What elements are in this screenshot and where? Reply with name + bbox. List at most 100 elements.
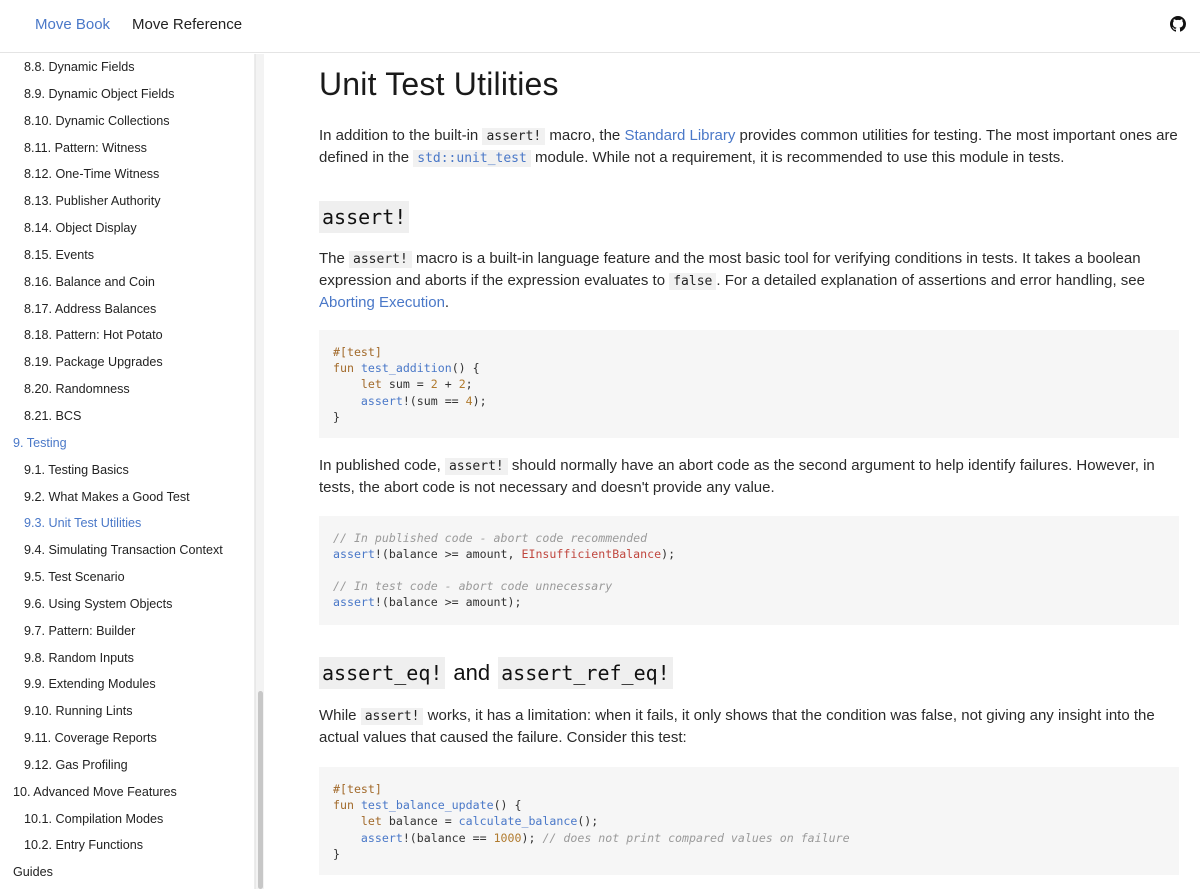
published-text-1: In published code, — [319, 457, 445, 474]
code-keyword-fun: fun — [333, 361, 354, 376]
code-assert-macro: assert — [333, 595, 375, 609]
sidebar-item[interactable]: 9.10. Running Lints — [0, 698, 254, 725]
nav-move-book-link[interactable]: Move Book — [35, 16, 110, 33]
sidebar-item[interactable]: 9.11. Coverage Reports — [0, 725, 254, 752]
inline-code-assert-4: assert! — [360, 708, 424, 725]
code-attr: #[test] — [333, 782, 382, 796]
code-text: } — [333, 409, 340, 424]
code-text: ); — [661, 547, 676, 561]
while-text-2: works, it has a limitation: when it fail… — [319, 707, 1155, 746]
sidebar-item[interactable]: 9.4. Simulating Transaction Context — [0, 537, 254, 564]
sidebar-item[interactable]: 8.8. Dynamic Fields — [0, 54, 254, 81]
code-assert-macro: assert — [360, 393, 403, 408]
code-number: 4 — [465, 393, 473, 408]
sidebar-item[interactable]: 9.1. Testing Basics — [0, 457, 254, 484]
code-comment: // does not print compared values on fai… — [542, 830, 850, 845]
code-number: 2 — [430, 377, 438, 392]
sidebar-item[interactable]: 9.12. Gas Profiling — [0, 752, 254, 779]
code-keyword-let: let — [360, 814, 382, 829]
sidebar-item[interactable]: 8.15. Events — [0, 242, 254, 269]
assert-text-3: . For a detailed explanation of assertio… — [716, 272, 1145, 289]
code-text: () { — [451, 361, 480, 376]
sidebar-scrollbar-thumb[interactable] — [258, 691, 263, 889]
code-block-abort-code[interactable]: // In published code - abort code recomm… — [319, 516, 1179, 625]
top-bar: Move Book Move Reference — [0, 0, 1200, 53]
code-text: !(sum == — [402, 393, 466, 408]
code-number: 1000 — [493, 830, 522, 845]
github-icon[interactable] — [1170, 16, 1186, 32]
sidebar-item[interactable]: 9.5. Test Scenario — [0, 564, 254, 591]
heading-assert-eq: assert_eq! and assert_ref_eq! — [319, 657, 673, 689]
code-comment: // In test code - abort code unnecessary — [333, 579, 613, 593]
sidebar-item[interactable]: Guides — [0, 859, 254, 886]
inline-code-unit-test-link[interactable]: std::unit_test — [413, 150, 531, 167]
code-text: (); — [577, 814, 599, 829]
standard-library-link[interactable]: Standard Library — [624, 127, 735, 144]
inline-code-assert-3: assert! — [444, 458, 508, 475]
page-title: Unit Test Utilities — [319, 66, 559, 102]
code-keyword-fun: fun — [333, 798, 354, 813]
sidebar-item[interactable]: 8.11. Pattern: Witness — [0, 135, 254, 162]
code-fn-name: test_balance_update — [360, 798, 494, 813]
code-text: !(balance >= amount); — [374, 595, 522, 609]
sidebar-item[interactable]: 9.3. Unit Test Utilities — [0, 510, 254, 537]
sidebar-item[interactable]: 9.6. Using System Objects — [0, 591, 254, 618]
assert-text-4: . — [444, 294, 450, 311]
code-text: () { — [493, 798, 522, 813]
published-paragraph: In published code, assert! should normal… — [319, 455, 1179, 498]
sidebar-item[interactable]: 8.16. Balance and Coin — [0, 269, 254, 296]
code-text: ; — [465, 377, 473, 392]
intro-text-4: module. While not a requirement, it is r… — [530, 149, 1065, 166]
intro-text-2: macro, the — [545, 127, 625, 144]
code-text: !(balance == — [402, 830, 494, 845]
sidebar-item[interactable]: 10.1. Compilation Modes — [0, 806, 254, 833]
assert-text-1: The — [319, 250, 350, 267]
sidebar-item[interactable]: 8.18. Pattern: Hot Potato — [0, 322, 254, 349]
code-text: ); — [472, 393, 487, 408]
code-fn-call: calculate_balance — [458, 814, 578, 829]
sidebar-item[interactable]: 8.12. One-Time Witness — [0, 161, 254, 188]
code-text: + — [437, 377, 459, 392]
code-number: 2 — [458, 377, 466, 392]
sidebar-item[interactable]: 8.13. Publisher Authority — [0, 188, 254, 215]
code-block-balance-update[interactable]: #[test] fun test_balance_update() { let … — [319, 767, 1179, 875]
code-error-const: EInsufficientBalance — [521, 547, 662, 561]
code-assert-macro: assert — [333, 547, 375, 561]
intro-text-1: In addition to the built-in — [319, 127, 483, 144]
nav-move-reference-link[interactable]: Move Reference — [132, 16, 242, 33]
heading-assert-eq-code: assert_eq! — [319, 657, 446, 689]
code-assert-macro: assert — [360, 830, 403, 845]
code-text: sum = — [381, 377, 431, 392]
inline-code-assert-2: assert! — [349, 251, 412, 268]
sidebar-item[interactable]: 8.21. BCS — [0, 403, 254, 430]
sidebar-item[interactable]: 8.14. Object Display — [0, 215, 254, 242]
intro-paragraph: In addition to the built-in assert! macr… — [319, 125, 1179, 169]
sidebar-list: 8.8. Dynamic Fields 8.9. Dynamic Object F… — [0, 54, 254, 886]
heading-assert: assert! — [319, 201, 410, 233]
heading-assert-code: assert! — [319, 201, 410, 233]
code-block-test-addition[interactable]: #[test] fun test_addition() { let sum = … — [319, 330, 1179, 438]
sidebar-scrollbar[interactable] — [255, 54, 264, 889]
sidebar-item[interactable]: 10. Advanced Move Features — [0, 779, 254, 806]
code-keyword-let: let — [360, 377, 382, 392]
code-text: !(balance >= amount, — [374, 547, 522, 561]
sidebar: 8.8. Dynamic Fields 8.9. Dynamic Object F… — [0, 54, 255, 889]
heading-and-text: and — [453, 660, 491, 685]
sidebar-item[interactable]: 8.20. Randomness — [0, 376, 254, 403]
code-attr: #[test] — [333, 345, 382, 359]
code-text: ); — [521, 830, 543, 845]
sidebar-item[interactable]: 9.9. Extending Modules — [0, 671, 254, 698]
aborting-execution-link[interactable]: Aborting Execution — [319, 294, 445, 311]
inline-code-false: false — [669, 273, 717, 290]
sidebar-item[interactable]: 8.17. Address Balances — [0, 296, 254, 323]
sidebar-item[interactable]: 8.19. Package Upgrades — [0, 349, 254, 376]
heading-assert-ref-eq-code: assert_ref_eq! — [498, 657, 673, 689]
sidebar-item[interactable]: 9. Testing — [0, 430, 254, 457]
sidebar-item[interactable]: 9.8. Random Inputs — [0, 645, 254, 672]
sidebar-item[interactable]: 9.7. Pattern: Builder — [0, 618, 254, 645]
sidebar-item[interactable]: 8.9. Dynamic Object Fields — [0, 81, 254, 108]
top-nav: Move Book Move Reference — [35, 16, 242, 33]
sidebar-item[interactable]: 9.2. What Makes a Good Test — [0, 484, 254, 511]
sidebar-item[interactable]: 10.2. Entry Functions — [0, 832, 254, 859]
sidebar-item[interactable]: 8.10. Dynamic Collections — [0, 108, 254, 135]
